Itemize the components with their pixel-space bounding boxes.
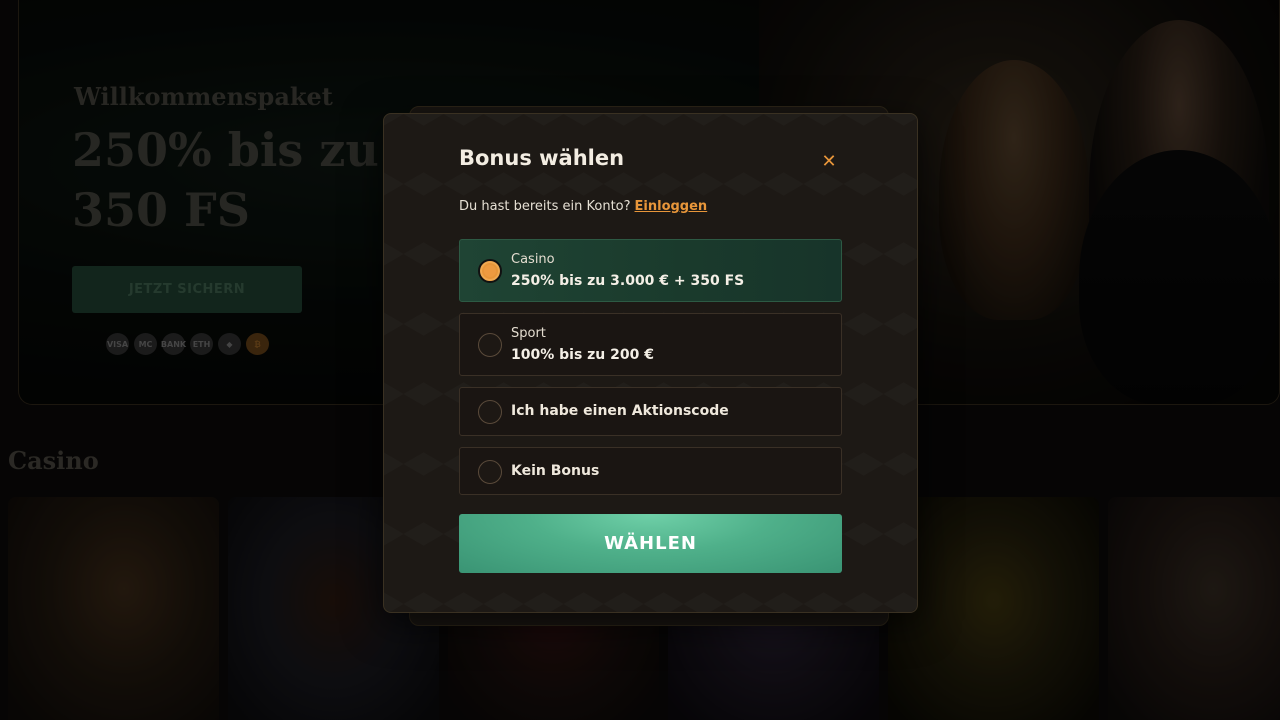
option-label: Ich habe einen Aktionscode xyxy=(511,403,729,419)
option-sub: 100% bis zu 200 € xyxy=(511,347,654,363)
option-sub: 250% bis zu 3.000 € + 350 FS xyxy=(511,273,745,289)
option-label: Casino xyxy=(511,252,555,267)
radio-selected[interactable] xyxy=(478,259,502,283)
bonus-option-promo-code[interactable]: Ich habe einen Aktionscode xyxy=(459,387,842,436)
login-prompt-text: Du hast bereits ein Konto? xyxy=(459,199,631,214)
close-icon[interactable]: ✕ xyxy=(818,150,840,172)
modal-title: Bonus wählen xyxy=(459,146,625,170)
choose-bonus-button[interactable]: WÄHLEN xyxy=(459,514,842,573)
radio[interactable] xyxy=(478,333,502,357)
login-link[interactable]: Einloggen xyxy=(635,199,708,214)
bonus-option-sport[interactable]: Sport 100% bis zu 200 € xyxy=(459,313,842,376)
bonus-modal: Bonus wählen ✕ Du hast bereits ein Konto… xyxy=(383,113,918,613)
login-prompt: Du hast bereits ein Konto? Einloggen xyxy=(459,199,707,214)
radio[interactable] xyxy=(478,400,502,424)
bonus-option-casino[interactable]: Casino 250% bis zu 3.000 € + 350 FS xyxy=(459,239,842,302)
option-label: Sport xyxy=(511,326,546,341)
page: Willkommenspaket 250% bis zu 350 FS JETZ… xyxy=(0,0,1280,720)
bonus-option-none[interactable]: Kein Bonus xyxy=(459,447,842,495)
radio[interactable] xyxy=(478,460,502,484)
option-label: Kein Bonus xyxy=(511,463,600,479)
